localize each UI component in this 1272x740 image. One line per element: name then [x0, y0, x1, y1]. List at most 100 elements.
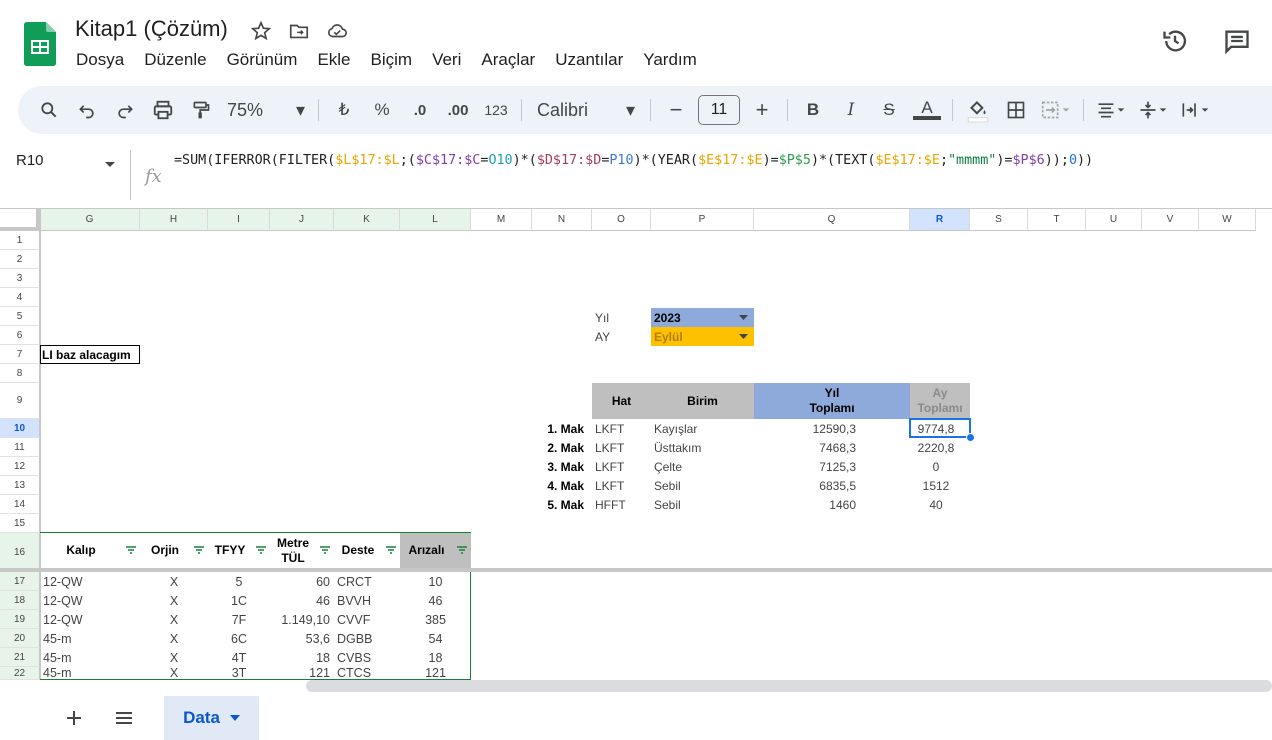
all-sheets-icon[interactable] [114, 708, 134, 733]
note-cell[interactable]: LI baz alacagım [40, 345, 140, 364]
horizontal-align-icon[interactable] [1093, 94, 1129, 126]
decrease-decimal-button[interactable]: .0 [404, 94, 436, 126]
data-cell[interactable]: 1.149,10 [270, 610, 334, 629]
document-title[interactable]: Kitap1 (Çözüm) [75, 16, 228, 42]
menu-extensions[interactable]: Uzantılar [545, 48, 633, 72]
summary-birim-cell[interactable]: Kayışlar [651, 419, 754, 438]
summary-hat-cell[interactable]: LKFT [592, 457, 651, 476]
move-to-folder-icon[interactable] [286, 18, 312, 44]
row-header-7[interactable]: 7 [0, 345, 40, 364]
horizontal-scrollbar[interactable] [306, 680, 1272, 692]
cloud-saved-icon[interactable] [324, 18, 350, 44]
data-cell[interactable]: 60 [270, 572, 334, 591]
select-all-corner[interactable] [0, 209, 40, 231]
row-header-21[interactable]: 21 [0, 648, 40, 667]
column-header-o[interactable]: O [592, 209, 651, 231]
row-header-20[interactable]: 20 [0, 629, 40, 648]
row-header-14[interactable]: 14 [0, 495, 40, 514]
data-cell[interactable]: 385 [400, 610, 471, 629]
vertical-align-icon[interactable] [1135, 94, 1171, 126]
text-wrapping-icon[interactable] [1177, 94, 1213, 126]
data-cell[interactable]: 7F [208, 610, 270, 629]
search-icon[interactable] [33, 94, 65, 126]
data-cell[interactable]: 46 [400, 591, 471, 610]
comments-icon[interactable] [1220, 24, 1254, 58]
summary-hat-cell[interactable]: LKFT [592, 438, 651, 457]
text-color-button[interactable]: A [911, 94, 943, 126]
print-icon[interactable] [147, 94, 179, 126]
menu-edit[interactable]: Düzenle [134, 48, 216, 72]
data-cell[interactable]: 12-QW [40, 610, 140, 629]
summary-yil-cell[interactable]: 1460 [754, 495, 858, 514]
filter-icon[interactable] [384, 543, 398, 557]
menu-help[interactable]: Yardım [633, 48, 707, 72]
data-cell[interactable]: BVVH [334, 591, 400, 610]
increase-decimal-button[interactable]: .00 [442, 94, 474, 126]
column-header-h[interactable]: H [140, 209, 208, 231]
menu-view[interactable]: Görünüm [217, 48, 308, 72]
data-cell[interactable]: 1C [208, 591, 270, 610]
undo-icon[interactable] [71, 94, 103, 126]
paint-format-icon[interactable] [185, 94, 217, 126]
redo-icon[interactable] [109, 94, 141, 126]
formula-input[interactable]: =SUM(IFERROR(FILTER($L$17:$L;($C$17:$C=O… [174, 153, 1093, 168]
column-header-p[interactable]: P [651, 209, 754, 231]
summary-ay-cell[interactable]: 40 [910, 495, 970, 514]
data-cell[interactable]: 46 [270, 591, 334, 610]
row-header-17[interactable]: 17 [0, 572, 40, 591]
summary-yil-cell[interactable]: 7125,3 [754, 457, 858, 476]
data-cell[interactable]: 121 [270, 667, 334, 679]
row-header-19[interactable]: 19 [0, 610, 40, 629]
decrease-font-size-icon[interactable]: − [660, 94, 692, 126]
summary-birim-cell[interactable]: Üsttakım [651, 438, 754, 457]
row-header-10[interactable]: 10 [0, 419, 40, 438]
zoom-select[interactable]: 75% ▾ [223, 94, 309, 126]
column-header-v[interactable]: V [1142, 209, 1199, 231]
strikethrough-button[interactable]: S [873, 94, 905, 126]
summary-yil-cell[interactable]: 7468,3 [754, 438, 858, 457]
row-header-12[interactable]: 12 [0, 457, 40, 476]
data-cell[interactable]: 18 [400, 648, 471, 667]
data-cell[interactable]: 18 [270, 648, 334, 667]
data-cell[interactable]: 10 [400, 572, 471, 591]
column-header-q[interactable]: Q [754, 209, 910, 231]
data-cell[interactable]: 121 [400, 667, 471, 679]
column-header-i[interactable]: I [208, 209, 270, 231]
data-cell[interactable]: 12-QW [40, 591, 140, 610]
borders-icon[interactable] [1000, 94, 1032, 126]
data-cell[interactable]: DGBB [334, 629, 400, 648]
font-select[interactable]: Calibri ▾ [531, 94, 641, 126]
month-dropdown[interactable]: Eylül [651, 327, 754, 346]
row-header-3[interactable]: 3 [0, 269, 40, 288]
name-box-dropdown-icon[interactable] [104, 156, 116, 174]
menu-data[interactable]: Veri [422, 48, 471, 72]
row-header-16[interactable]: 16 [0, 533, 40, 572]
name-box[interactable]: R10 [16, 152, 44, 169]
summary-hat-cell[interactable]: LKFT [592, 476, 651, 495]
summary-hat-cell[interactable]: LKFT [592, 419, 651, 438]
data-cell[interactable]: 6C [208, 629, 270, 648]
star-icon[interactable] [248, 18, 274, 44]
data-cell[interactable]: CVBS [334, 648, 400, 667]
row-header-22[interactable]: 22 [0, 667, 40, 680]
data-cell[interactable]: 3T [208, 667, 270, 679]
filter-icon[interactable] [455, 543, 469, 557]
data-cell[interactable]: 45-m [40, 629, 140, 648]
row-header-11[interactable]: 11 [0, 438, 40, 457]
column-header-w[interactable]: W [1199, 209, 1256, 231]
row-header-9[interactable]: 9 [0, 383, 40, 419]
selected-cell-outline[interactable] [909, 418, 971, 438]
filter-icon[interactable] [192, 543, 206, 557]
column-header-n[interactable]: N [532, 209, 592, 231]
column-header-k[interactable]: K [334, 209, 400, 231]
data-cell[interactable]: X [140, 591, 208, 610]
menu-tools[interactable]: Araçlar [471, 48, 545, 72]
column-header-l[interactable]: L [400, 209, 471, 231]
data-cell[interactable]: X [140, 629, 208, 648]
summary-birim-cell[interactable]: Çelte [651, 457, 754, 476]
row-header-1[interactable]: 1 [0, 231, 40, 250]
add-sheet-icon[interactable] [64, 708, 84, 733]
data-cell[interactable]: 54 [400, 629, 471, 648]
merge-cells-icon[interactable] [1038, 94, 1074, 126]
more-formats-button[interactable]: 123 [480, 94, 512, 126]
